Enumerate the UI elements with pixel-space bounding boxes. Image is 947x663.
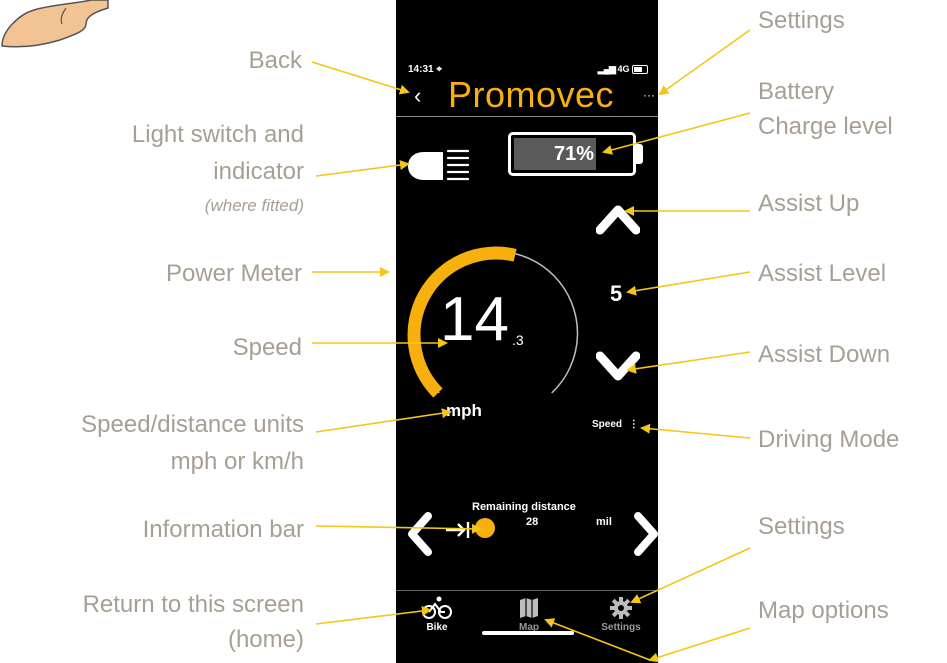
speed-value: 14 xyxy=(440,285,509,354)
annotation-light-line2: indicator xyxy=(213,158,304,185)
annotation-return-home: Return to this screen (home) xyxy=(0,590,304,654)
tab-bike[interactable]: Bike xyxy=(402,596,472,633)
battery-charge-indicator: 71% xyxy=(508,132,646,178)
annotation-back: Back xyxy=(248,47,302,74)
arrow-back xyxy=(311,61,410,95)
gear-icon xyxy=(610,597,632,619)
annotation-assist-down: Assist Down xyxy=(758,341,891,368)
info-bar-unit: mil xyxy=(596,516,612,528)
annotation-assist-level: Assist Level xyxy=(758,260,887,287)
annotation-battery-line1: Battery xyxy=(758,78,835,105)
kebab-menu-icon: ⋮ xyxy=(628,419,639,430)
brand-logo: Promovec xyxy=(448,74,614,116)
annotation-assist-up: Assist Up xyxy=(758,190,860,217)
annotation-speed: Speed xyxy=(232,334,302,361)
info-bar-title: Remaining distance xyxy=(472,501,576,513)
assist-down-chevron-icon[interactable] xyxy=(596,348,640,388)
annotation-units-line2: mph or km/h xyxy=(170,448,304,475)
settings-menu-button[interactable]: ··· xyxy=(643,89,655,101)
annotation-battery: Battery Charge level xyxy=(758,77,893,141)
signal-icon: ▂▄▆ xyxy=(597,64,616,74)
brand-logo-rest: omovec xyxy=(485,74,615,115)
back-button[interactable]: ‹ xyxy=(414,84,421,108)
network-label: 4G xyxy=(617,64,630,74)
annotation-units: Speed/distance units mph or km/h xyxy=(0,410,304,476)
bicycle-icon xyxy=(422,596,452,619)
tab-bike-label: Bike xyxy=(426,622,448,633)
battery-status-icon xyxy=(632,65,648,75)
info-prev-chevron-icon[interactable] xyxy=(404,510,434,558)
annotation-return-line1: Return to this screen xyxy=(82,591,304,618)
info-bar-value: 28 xyxy=(526,516,539,528)
annotation-return-line2: (home) xyxy=(227,626,304,653)
tab-settings-label: Settings xyxy=(601,622,641,633)
annotation-battery-line2: Charge level xyxy=(758,113,893,140)
map-icon xyxy=(520,598,538,618)
assist-level-value: 5 xyxy=(610,281,623,306)
home-indicator xyxy=(482,631,574,635)
annotation-driving-mode: Driving Mode xyxy=(758,426,900,453)
annotation-settings-bottom: Settings xyxy=(758,513,845,540)
speed-decimal: .3 xyxy=(512,332,524,348)
assist-up-chevron-icon[interactable] xyxy=(596,198,640,238)
units-toggle[interactable]: mph xyxy=(446,401,482,421)
headlight-toggle-icon[interactable] xyxy=(404,134,484,194)
annotation-map-options: Map options xyxy=(758,597,889,624)
tab-settings[interactable]: Settings xyxy=(586,596,656,633)
annotation-light-note: (where fitted) xyxy=(204,196,304,215)
info-next-chevron-icon[interactable] xyxy=(632,510,658,558)
annotation-power-meter: Power Meter xyxy=(165,260,302,287)
driving-mode-label: Speed xyxy=(592,419,623,430)
annotation-light-switch: Light switch and indicator (where fitted… xyxy=(40,120,304,218)
arrow-settings-top xyxy=(658,29,751,96)
header-divider xyxy=(396,116,658,117)
hand-illustration-icon xyxy=(1,0,109,48)
info-bar-marker-dot xyxy=(475,518,495,538)
arrow-light xyxy=(315,160,410,177)
tab-bar-divider xyxy=(396,590,658,591)
arrow-driving-mode xyxy=(640,423,751,439)
annotation-settings-top: Settings xyxy=(758,7,845,34)
driving-mode-button[interactable]: Speed ⋮ xyxy=(592,419,639,430)
tab-map[interactable]: Map xyxy=(494,596,564,633)
phone-screen: 14:31 ⌖ ▂▄▆ 4G ‹ Promovec ··· 71% 5 14 .… xyxy=(396,0,658,663)
annotation-light-line1: Light switch and xyxy=(131,121,304,148)
brand-logo-first: Pr xyxy=(448,74,485,115)
annotation-units-line1: Speed/distance units xyxy=(81,411,304,438)
annotation-info-bar: Information bar xyxy=(142,516,304,543)
status-time: 14:31 ⌖ xyxy=(408,64,442,75)
battery-percent: 71% xyxy=(553,143,595,165)
arrow-map-options xyxy=(648,627,751,663)
range-arrow-icon xyxy=(446,522,470,538)
